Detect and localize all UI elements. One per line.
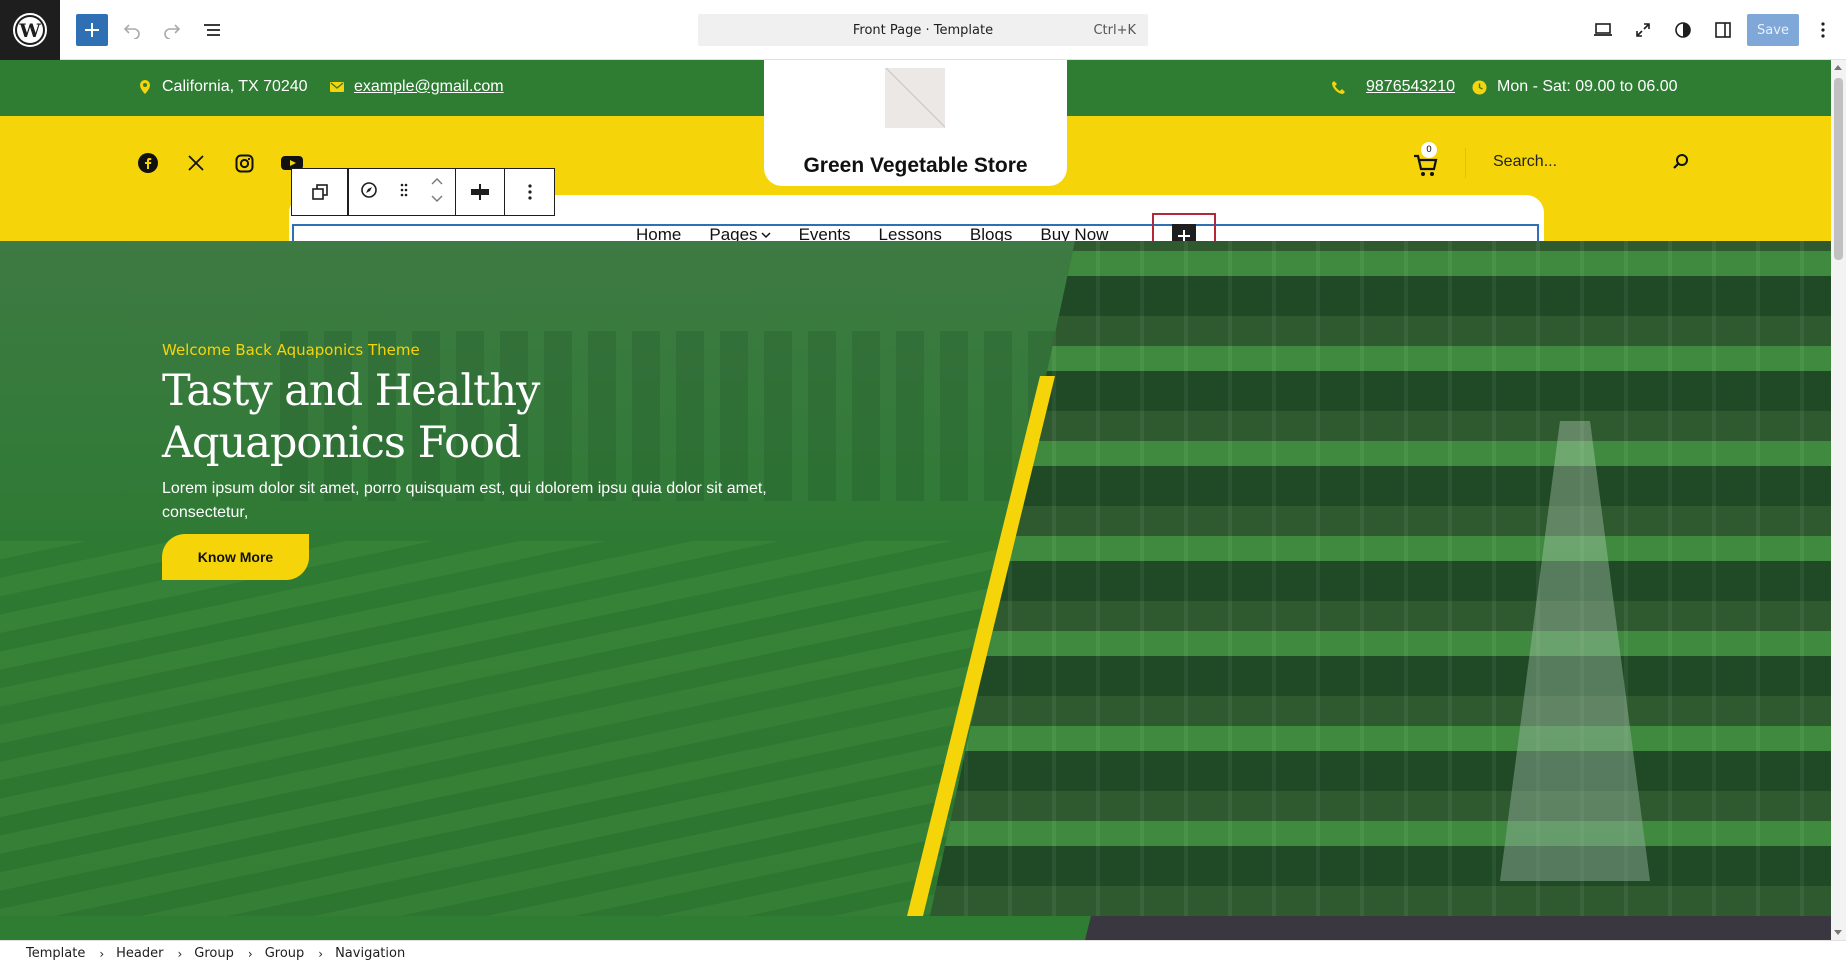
document-overview-button[interactable]	[196, 14, 228, 46]
select-parent-button[interactable]	[292, 169, 347, 215]
location-text: California, TX 70240	[162, 78, 308, 95]
plus-icon	[85, 23, 99, 37]
block-parent-toolbar	[291, 168, 348, 216]
breadcrumb-group[interactable]: Group	[194, 946, 234, 961]
navigation-block-icon[interactable]	[360, 181, 378, 203]
more-vertical-icon	[527, 184, 532, 200]
desktop-icon	[1594, 23, 1612, 36]
breadcrumb-header[interactable]: Header	[116, 946, 163, 961]
block-toolbar	[348, 168, 555, 216]
expand-icon	[1636, 23, 1650, 37]
more-vertical-icon	[1821, 22, 1825, 38]
hero-content: Welcome Back Aquaponics Theme Tasty and …	[162, 341, 772, 525]
save-button[interactable]: Save	[1747, 14, 1799, 46]
scroll-down-arrow[interactable]	[1834, 930, 1842, 935]
add-block-button[interactable]	[76, 14, 108, 46]
hours-text: Mon - Sat: 09.00 to 06.00	[1497, 78, 1678, 95]
document-title-bar[interactable]: Front Page · Template Ctrl+K	[698, 14, 1148, 46]
contrast-icon	[1675, 22, 1691, 38]
chevron-right-icon: ›	[99, 946, 105, 961]
document-title: Front Page · Template	[852, 22, 994, 38]
block-breadcrumb: Template › Header › Group › Group › Navi…	[0, 940, 1846, 966]
email-info: example@gmail.com	[330, 78, 504, 96]
phone-info: 9876543210	[1331, 78, 1455, 96]
site-logo-placeholder[interactable]	[885, 68, 945, 128]
next-section-strip	[0, 916, 1831, 940]
search-divider	[1465, 148, 1466, 178]
options-button[interactable]	[1807, 14, 1839, 46]
command-shortcut: Ctrl+K	[1093, 22, 1136, 38]
editor-top-toolbar: W Front Page · Template Ctrl+K Save	[0, 0, 1846, 60]
hero-title-line-1: Tasty and Healthy	[162, 366, 540, 416]
hero-description: Lorem ipsum dolor sit amet, porro quisqu…	[162, 480, 767, 521]
preview-device-button[interactable]	[1587, 14, 1619, 46]
undo-icon	[123, 24, 140, 39]
redo-button[interactable]	[156, 14, 188, 46]
field-decor	[0, 541, 1000, 916]
chevron-right-icon: ›	[247, 946, 253, 961]
clock-icon	[1472, 80, 1487, 94]
site-title[interactable]: Green Vegetable Store	[764, 154, 1067, 178]
wordpress-logo-button[interactable]: W	[0, 0, 60, 60]
hours-info: Mon - Sat: 09.00 to 06.00	[1472, 78, 1678, 96]
envelope-icon	[330, 82, 344, 92]
phone-link[interactable]: 9876543210	[1366, 78, 1455, 96]
location-info: California, TX 70240	[138, 78, 308, 96]
block-options-button[interactable]	[505, 169, 554, 215]
svg-text:W: W	[18, 20, 41, 42]
wordpress-icon: W	[13, 13, 47, 47]
search-button[interactable]	[1670, 151, 1694, 175]
fullscreen-button[interactable]	[1627, 14, 1659, 46]
map-pin-icon	[140, 80, 150, 94]
justify-center-icon	[471, 184, 489, 200]
know-more-button[interactable]: Know More	[162, 534, 309, 580]
canvas-scrollbar[interactable]	[1831, 60, 1846, 940]
scrollbar-thumb[interactable]	[1834, 78, 1843, 260]
block-type-group	[349, 169, 456, 215]
social-links	[135, 150, 305, 176]
styles-button[interactable]	[1667, 14, 1699, 46]
settings-sidebar-button[interactable]	[1707, 14, 1739, 46]
breadcrumb-template[interactable]: Template	[26, 946, 85, 961]
chevron-right-icon: ›	[177, 946, 183, 961]
x-icon[interactable]	[183, 150, 209, 176]
search-input[interactable]: Search...	[1493, 153, 1557, 171]
redo-icon	[164, 24, 181, 39]
chevron-right-icon: ›	[318, 946, 324, 961]
facebook-icon[interactable]	[135, 150, 161, 176]
move-up-down-icon[interactable]	[430, 176, 444, 208]
scroll-up-arrow[interactable]	[1834, 65, 1842, 70]
sidebar-icon	[1715, 22, 1731, 38]
site-branding: Green Vegetable Store	[764, 60, 1067, 186]
instagram-icon[interactable]	[231, 150, 257, 176]
drag-handle-icon[interactable]	[399, 182, 409, 202]
search-icon	[1673, 154, 1688, 169]
phone-icon	[1332, 80, 1345, 94]
undo-button[interactable]	[116, 14, 148, 46]
hero-eyebrow: Welcome Back Aquaponics Theme	[162, 341, 420, 359]
editor-canvas[interactable]: California, TX 70240 example@gmail.com 9…	[0, 60, 1831, 940]
breadcrumb-navigation: Navigation	[335, 946, 406, 961]
next-section-dark-panel	[1085, 916, 1831, 940]
justification-button[interactable]	[456, 169, 505, 215]
list-view-icon	[204, 24, 220, 36]
chevron-down-icon	[761, 232, 771, 239]
cart-count-badge: 0	[1421, 142, 1437, 158]
parent-block-icon	[311, 184, 328, 200]
breadcrumb-group-inner[interactable]: Group	[265, 946, 305, 961]
hero-title-line-2: Aquaponics Food	[162, 418, 521, 468]
email-link[interactable]: example@gmail.com	[354, 78, 504, 96]
